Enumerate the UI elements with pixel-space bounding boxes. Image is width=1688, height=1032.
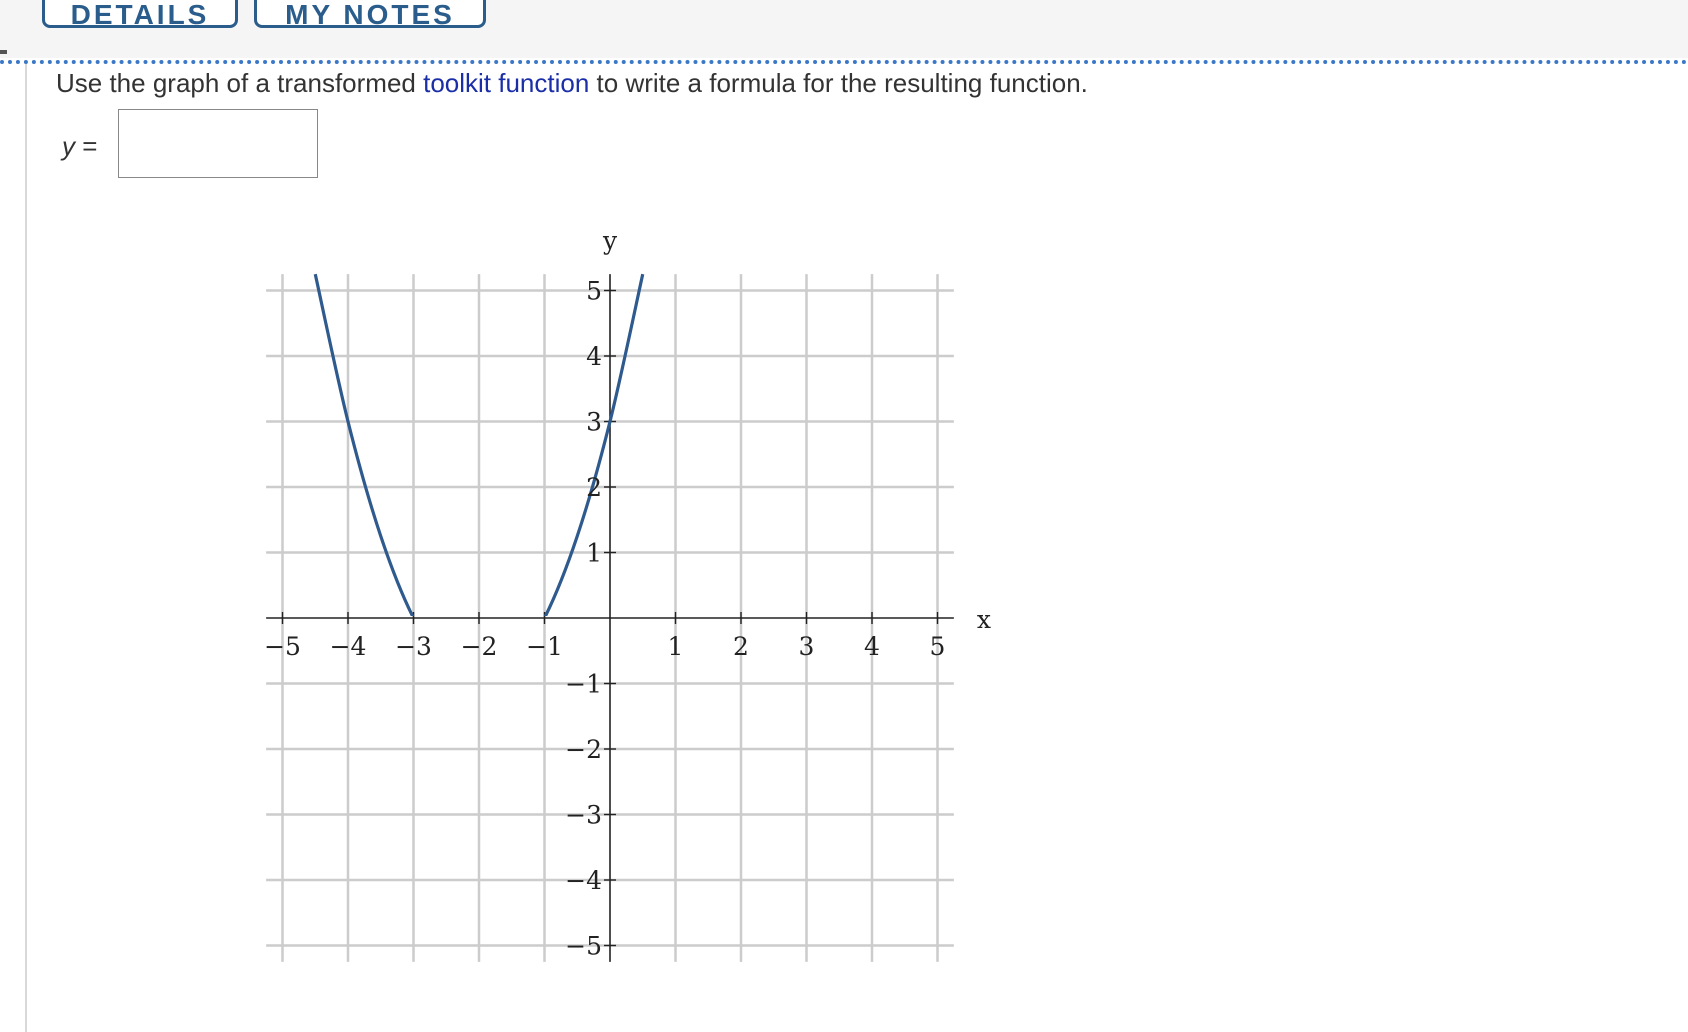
y-axis-label: y: [602, 226, 618, 255]
axes: [266, 274, 954, 962]
y-tick-label: 4: [586, 342, 602, 371]
y-tick-label: 5: [586, 277, 602, 306]
y-tick-label: −3: [565, 801, 602, 830]
y-tick-label: −2: [565, 735, 602, 764]
x-tick-label: −4: [330, 632, 367, 661]
y-tick-label: 2: [586, 473, 602, 502]
y-tick-label: 3: [586, 408, 602, 437]
x-tick-label: 3: [799, 632, 815, 661]
x-tick-label: 1: [668, 632, 684, 661]
x-tick-label: 4: [864, 632, 880, 661]
x-axis-label: x: [977, 605, 991, 634]
y-tick-label: −1: [565, 670, 602, 699]
x-tick-label: −5: [264, 632, 301, 661]
y-tick-label: 1: [586, 539, 602, 568]
x-tick-label: 2: [733, 632, 749, 661]
y-tick-label: −4: [565, 866, 602, 895]
axis-labels: −5 −4 −3 −2 −1 1 2 3 4 5 5 4 3 2 1 −1 −2 −3 −4 −5 x y: [264, 226, 991, 960]
x-tick-label: 5: [930, 632, 946, 661]
x-tick-label: −3: [395, 632, 432, 661]
function-graph: −5 −4 −3 −2 −1 1 2 3 4 5 5 4 3 2 1 −1 −2 −3 −4 −5 x y: [264, 226, 991, 962]
x-tick-label: −1: [526, 632, 563, 661]
y-tick-label: −5: [565, 932, 602, 961]
x-tick-label: −2: [461, 632, 498, 661]
